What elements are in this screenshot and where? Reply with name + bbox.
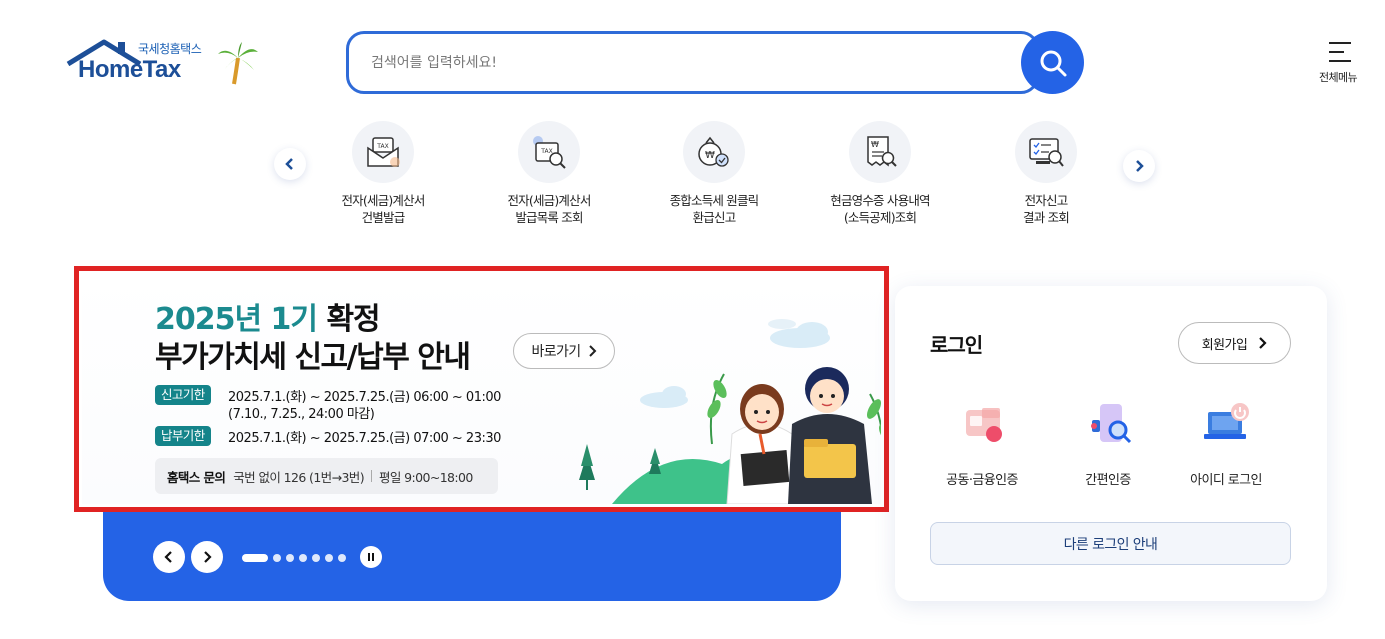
- quick-menu-item-line2: 환급신고: [692, 210, 737, 225]
- slider-dot[interactable]: [273, 554, 281, 562]
- chevron-right-icon: [204, 551, 212, 563]
- report-deadline-note: (7.10., 7.25., 24:00 마감): [228, 407, 375, 422]
- quick-menu-item-income-tax-refund[interactable]: ₩ 종합소득세 원클릭환급신고: [634, 121, 794, 226]
- chevron-left-icon: [285, 158, 293, 170]
- phone-auth-icon: [1091, 404, 1132, 444]
- checklist-search-icon: [1015, 121, 1077, 183]
- quick-menu-item-line2: (소득공제)조회: [843, 210, 917, 225]
- cloud-icon: [640, 386, 688, 408]
- quick-menu-item-line1: 전자(세금)계산서: [507, 193, 591, 208]
- other-login-label: 다른 로그인 안내: [1063, 536, 1158, 553]
- palm-tree-icon: [218, 42, 258, 85]
- slider-next-button[interactable]: [191, 541, 223, 573]
- sign-up-button[interactable]: 회원가입: [1178, 322, 1291, 364]
- svg-text:TAX: TAX: [376, 143, 388, 150]
- quick-menu-next-button[interactable]: [1123, 150, 1155, 182]
- banner-title-line2: 부가가치세 신고/납부 안내: [155, 340, 471, 375]
- hometax-logo[interactable]: 국세청홈택스 HomeTax: [66, 38, 261, 90]
- certificate-login-option[interactable]: 공동·금융인증: [927, 400, 1037, 488]
- banner-slider-controls: [103, 512, 841, 601]
- id-login-option[interactable]: 아이디 로그인: [1171, 400, 1281, 488]
- banner-content: 2025년 1기 확정 부가가치세 신고/납부 안내 바로가기 신고기한 202…: [82, 274, 881, 504]
- slider-prev-button[interactable]: [153, 541, 185, 573]
- login-title: 로그인: [930, 333, 983, 357]
- leaf-plant-icon: [707, 373, 727, 445]
- slider-dot[interactable]: [286, 554, 294, 562]
- logo-korean-text: 국세청홈택스: [138, 42, 202, 56]
- search-button[interactable]: [1021, 31, 1084, 94]
- certificate-icon: [966, 408, 1002, 442]
- quick-menu-item-invoice-issue[interactable]: TAX 전자(세금)계산서건별발급: [303, 121, 463, 226]
- quick-menu-item-invoice-list[interactable]: TAX 전자(세금)계산서발급목록 조회: [469, 121, 629, 226]
- id-login-label: 아이디 로그인: [1190, 473, 1262, 488]
- login-card: 로그인 회원가입 공동·금융인증 간편인증 아이디 로그인 다른 로그인 안내: [895, 286, 1327, 601]
- svg-text:₩: ₩: [705, 150, 715, 161]
- svg-text:TAX: TAX: [540, 148, 552, 155]
- certificate-login-label: 공동·금융인증: [946, 473, 1018, 488]
- quick-menu-item-line1: 전자신고: [1024, 193, 1069, 208]
- inquiry-hours: 평일 9:00~18:00: [378, 469, 473, 485]
- slider-dot[interactable]: [312, 554, 320, 562]
- money-bag-icon: ₩: [683, 121, 745, 183]
- svg-text:₩: ₩: [871, 140, 879, 149]
- chevron-left-icon: [164, 551, 172, 563]
- simple-auth-login-label: 간편인증: [1085, 473, 1131, 488]
- slider-pause-button[interactable]: [360, 546, 382, 568]
- quick-menu-item-line1: 현금영수증 사용내역: [830, 193, 930, 208]
- inquiry-label: 홈택스 문의: [167, 469, 226, 485]
- full-menu-label: 전체메뉴: [1318, 71, 1358, 84]
- quick-menu-item-line1: 전자(세금)계산서: [341, 193, 425, 208]
- quick-menu-item-cash-receipt[interactable]: ₩ 현금영수증 사용내역 (소득공제)조회: [800, 121, 960, 226]
- hometax-inquiry-box: 홈택스 문의 국번 없이 126 (1번→3번) 평일 9:00~18:00: [155, 458, 498, 494]
- slider-dot[interactable]: [299, 554, 307, 562]
- full-menu-button[interactable]: 전체메뉴: [1312, 40, 1364, 86]
- quick-menu-item-line2: 발급목록 조회: [515, 210, 583, 225]
- slider-dot[interactable]: [325, 554, 333, 562]
- search-box: [346, 31, 1039, 94]
- receipt-search-icon: ₩: [849, 121, 911, 183]
- inquiry-divider: [370, 470, 372, 482]
- cloud-icon: [768, 319, 796, 329]
- inquiry-phone: 국번 없이 126 (1번→3번): [233, 469, 364, 485]
- tree-icon: [649, 448, 661, 474]
- pause-icon: [368, 553, 374, 561]
- banner-illustration: [579, 319, 881, 504]
- woman-character-icon: [726, 384, 798, 504]
- id-login-icon: [1204, 403, 1249, 439]
- chevron-right-icon: [1136, 160, 1144, 172]
- tax-envelope-icon: TAX: [352, 121, 414, 183]
- other-login-guide-button[interactable]: 다른 로그인 안내: [930, 522, 1291, 565]
- tree-icon: [579, 444, 595, 490]
- logo-english-text: HomeTax: [78, 56, 181, 83]
- tax-search-icon: TAX: [518, 121, 580, 183]
- payment-deadline-text: 2025.7.1.(화) ~ 2025.7.25.(금) 07:00 ~ 23:…: [228, 431, 501, 446]
- search-icon: [1040, 50, 1066, 76]
- vat-notice-banner[interactable]: 2025년 1기 확정 부가가치세 신고/납부 안내 바로가기 신고기한 202…: [74, 266, 889, 512]
- quick-menu-item-e-filing-result[interactable]: 전자신고결과 조회: [966, 121, 1126, 226]
- report-deadline-tag: 신고기한: [155, 385, 211, 405]
- slider-dot[interactable]: [242, 554, 268, 562]
- chevron-right-icon: [1259, 337, 1267, 349]
- simple-auth-login-option[interactable]: 간편인증: [1053, 400, 1163, 488]
- search-input[interactable]: [371, 51, 991, 75]
- quick-menu-prev-button[interactable]: [274, 148, 306, 180]
- slider-dot[interactable]: [338, 554, 346, 562]
- quick-menu-item-line2: 건별발급: [361, 210, 406, 225]
- quick-menu-item-line2: 결과 조회: [1023, 210, 1070, 225]
- slider-pagination: [242, 554, 346, 562]
- quick-menu-item-line1: 종합소득세 원클릭: [669, 193, 760, 208]
- payment-deadline-tag: 납부기한: [155, 426, 211, 446]
- hamburger-icon: [1329, 42, 1351, 69]
- man-character-icon: [788, 367, 872, 504]
- sign-up-label: 회원가입: [1201, 337, 1248, 353]
